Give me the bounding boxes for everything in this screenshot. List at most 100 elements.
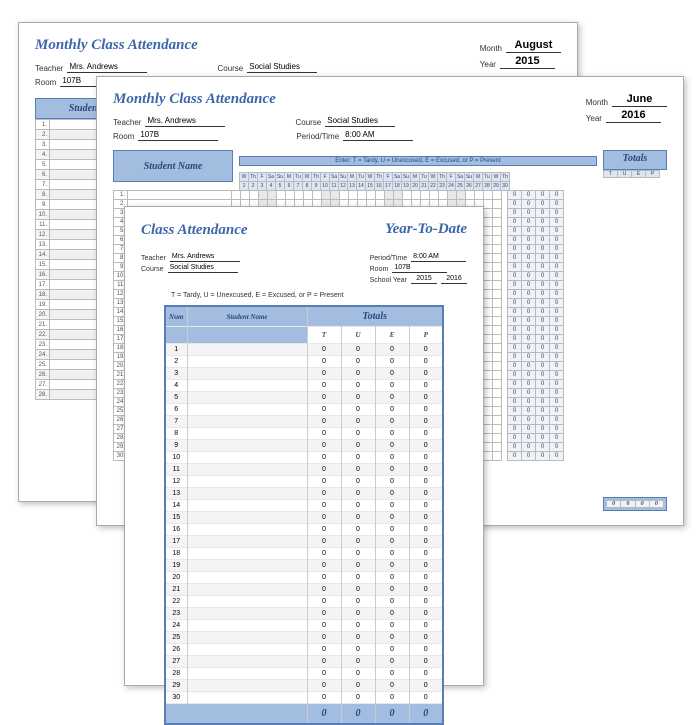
attendance-cell[interactable] [466,191,475,200]
student-name-cell[interactable] [187,572,307,584]
attendance-cell[interactable] [277,191,286,200]
student-name-cell[interactable] [187,656,307,668]
attendance-cell[interactable] [484,245,493,254]
attendance-cell[interactable] [484,416,493,425]
student-name-cell[interactable] [187,536,307,548]
attendance-cell[interactable] [232,191,241,200]
attendance-cell[interactable] [241,191,250,200]
attendance-cell[interactable] [484,191,493,200]
attendance-cell[interactable] [403,191,412,200]
attendance-cell[interactable] [484,443,493,452]
student-name-cell[interactable] [187,632,307,644]
attendance-cell[interactable] [493,191,502,200]
attendance-cell[interactable] [250,191,259,200]
attendance-cell[interactable] [484,398,493,407]
attendance-cell[interactable] [484,218,493,227]
attendance-cell[interactable] [493,308,502,317]
attendance-cell[interactable] [286,191,295,200]
attendance-cell[interactable] [493,317,502,326]
attendance-cell[interactable] [484,344,493,353]
attendance-cell[interactable] [421,191,430,200]
attendance-cell[interactable] [367,191,376,200]
attendance-cell[interactable] [493,353,502,362]
attendance-cell[interactable] [484,272,493,281]
attendance-cell[interactable] [493,209,502,218]
student-name-cell[interactable] [187,584,307,596]
attendance-cell[interactable] [394,191,403,200]
student-name-cell[interactable] [187,416,307,428]
attendance-cell[interactable] [493,407,502,416]
attendance-cell[interactable] [493,425,502,434]
attendance-cell[interactable] [484,263,493,272]
attendance-cell[interactable] [493,380,502,389]
attendance-cell[interactable] [322,191,331,200]
attendance-cell[interactable] [493,263,502,272]
attendance-cell[interactable] [493,362,502,371]
student-name-cell[interactable] [187,608,307,620]
attendance-cell[interactable] [484,425,493,434]
attendance-cell[interactable] [268,191,277,200]
attendance-cell[interactable] [493,335,502,344]
student-name-cell[interactable] [187,392,307,404]
attendance-cell[interactable] [484,317,493,326]
attendance-cell[interactable] [457,191,466,200]
student-name-cell[interactable] [187,464,307,476]
attendance-cell[interactable] [448,191,457,200]
student-name-cell[interactable] [187,668,307,680]
attendance-cell[interactable] [484,236,493,245]
student-name-cell[interactable] [187,488,307,500]
attendance-cell[interactable] [439,191,448,200]
student-name-cell[interactable] [187,560,307,572]
attendance-cell[interactable] [484,452,493,461]
attendance-cell[interactable] [358,191,367,200]
attendance-cell[interactable] [493,371,502,380]
student-name-cell[interactable] [187,524,307,536]
student-name-cell[interactable] [187,596,307,608]
attendance-cell[interactable] [376,191,385,200]
student-name-cell[interactable] [187,512,307,524]
attendance-cell[interactable] [484,281,493,290]
attendance-cell[interactable] [475,191,484,200]
attendance-cell[interactable] [493,389,502,398]
attendance-cell[interactable] [484,326,493,335]
student-name-cell[interactable] [187,344,307,356]
attendance-cell[interactable] [493,254,502,263]
attendance-cell[interactable] [484,308,493,317]
student-name-cell[interactable] [187,500,307,512]
student-name-cell[interactable] [128,191,232,200]
attendance-cell[interactable] [493,434,502,443]
student-name-cell[interactable] [187,692,307,704]
attendance-cell[interactable] [493,344,502,353]
attendance-cell[interactable] [484,389,493,398]
attendance-cell[interactable] [493,443,502,452]
attendance-cell[interactable] [493,245,502,254]
attendance-cell[interactable] [484,434,493,443]
student-name-cell[interactable] [187,368,307,380]
student-name-cell[interactable] [187,440,307,452]
student-name-cell[interactable] [187,476,307,488]
attendance-cell[interactable] [295,191,304,200]
attendance-cell[interactable] [484,290,493,299]
attendance-cell[interactable] [493,416,502,425]
attendance-cell[interactable] [484,407,493,416]
attendance-cell[interactable] [331,191,340,200]
attendance-cell[interactable] [493,398,502,407]
attendance-cell[interactable] [340,191,349,200]
attendance-cell[interactable] [493,218,502,227]
attendance-cell[interactable] [349,191,358,200]
attendance-cell[interactable] [313,191,322,200]
student-name-cell[interactable] [187,452,307,464]
attendance-cell[interactable] [484,227,493,236]
student-name-cell[interactable] [187,548,307,560]
attendance-cell[interactable] [484,371,493,380]
attendance-cell[interactable] [493,452,502,461]
attendance-cell[interactable] [259,191,268,200]
attendance-cell[interactable] [484,209,493,218]
attendance-cell[interactable] [484,335,493,344]
attendance-cell[interactable] [484,200,493,209]
student-name-cell[interactable] [187,428,307,440]
attendance-cell[interactable] [493,290,502,299]
attendance-cell[interactable] [493,272,502,281]
attendance-cell[interactable] [484,254,493,263]
attendance-cell[interactable] [385,191,394,200]
